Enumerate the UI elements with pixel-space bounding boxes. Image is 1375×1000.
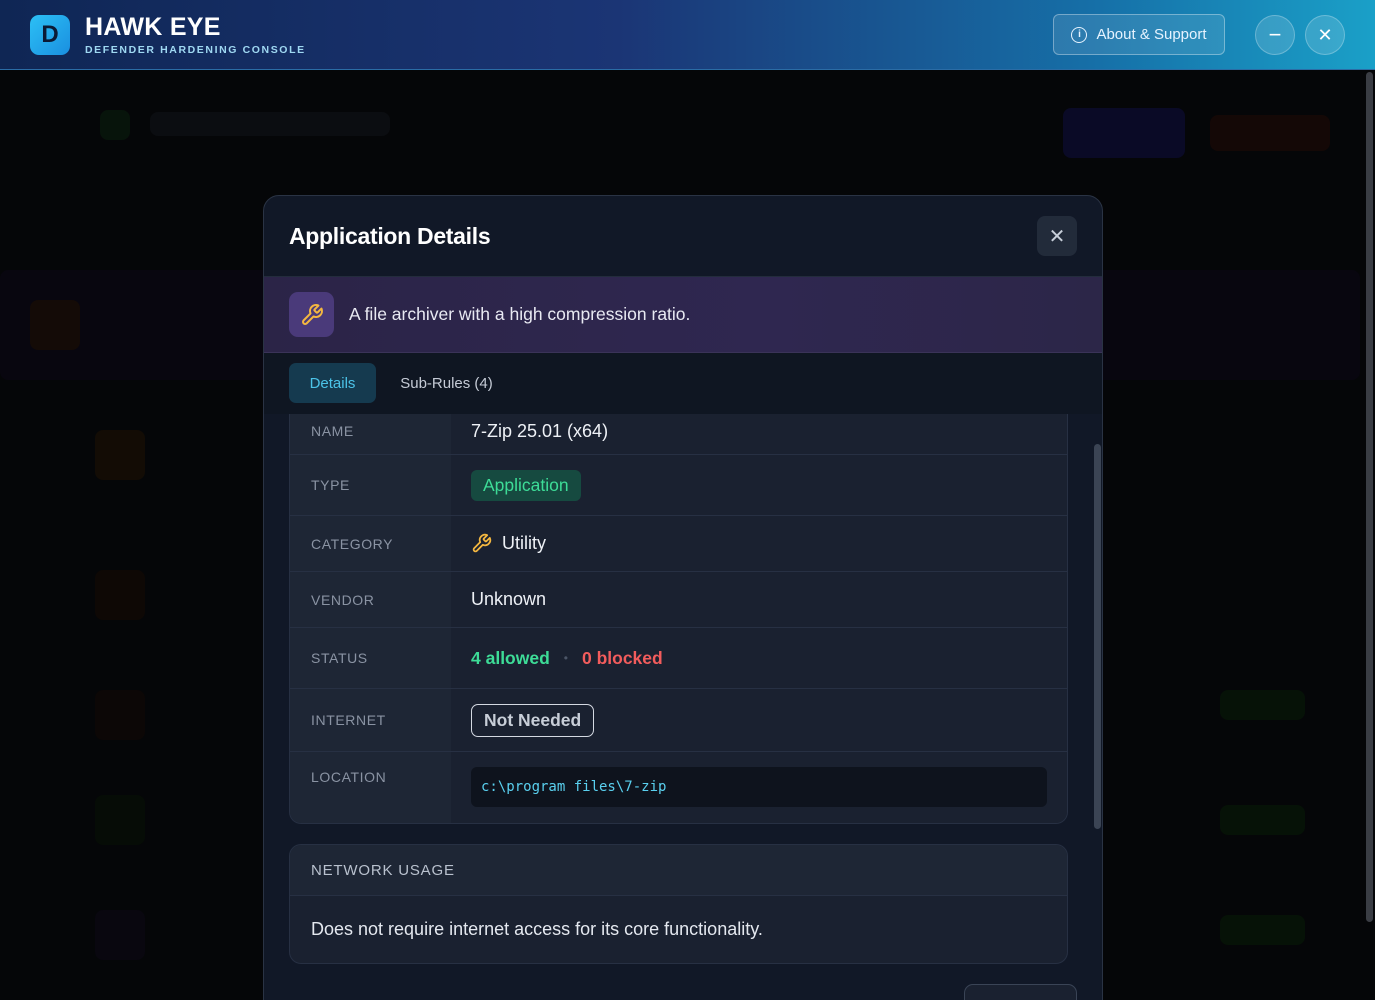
app-subtitle: DEFENDER HARDENING CONSOLE [85,44,306,56]
category-label: CATEGORY [290,516,451,571]
bg-blur [1063,108,1185,158]
bg-blur [100,110,130,140]
category-text: Utility [502,533,546,553]
app-window: D HAWK EYE DEFENDER HARDENING CONSOLE i … [0,0,1375,1000]
wrench-icon [471,533,492,554]
bg-blur [95,430,145,480]
app-logo: D [30,15,70,55]
footer-button[interactable] [964,984,1077,1000]
bg-blur [150,112,390,136]
bg-blur [95,570,145,620]
internet-badge: Not Needed [471,703,595,737]
status-value: 4 allowed • 0 blocked [451,628,1067,688]
location-path[interactable]: c:\program files\7-zip [471,767,1047,807]
bg-blur [1220,805,1305,835]
about-support-button[interactable]: i About & Support [1053,14,1225,55]
modal-scrollbar[interactable] [1094,444,1101,829]
type-badge: Application [471,469,581,501]
status-label: STATUS [290,628,451,688]
bg-blur [1220,915,1305,945]
location-value: c:\program files\7-zip [451,752,1067,823]
application-details-modal: Application Details ✕ A file archiver wi… [263,195,1103,1000]
network-usage-card: NETWORK USAGE Does not require internet … [289,844,1068,964]
detail-row-status: STATUS 4 allowed • 0 blocked [290,628,1067,689]
minimize-button[interactable]: − [1255,15,1295,55]
vendor-value: Unknown [451,572,1067,627]
status-separator: • [563,651,568,665]
internet-value: Not Needed [451,689,1067,751]
tab-details[interactable]: Details [289,363,376,403]
location-label: LOCATION [290,752,451,823]
vendor-label: VENDOR [290,572,451,627]
bg-blur [95,795,145,845]
network-usage-header: NETWORK USAGE [290,845,1067,896]
bg-blur [1210,115,1330,151]
app-description: A file archiver with a high compression … [349,304,691,324]
name-label: NAME [290,414,451,454]
allowed-count: 4 allowed [471,647,550,668]
bg-blur [30,300,80,350]
modal-tabs: Details Sub-Rules (4) [264,353,1102,414]
modal-title: Application Details [289,223,491,249]
about-support-label: About & Support [1096,26,1207,43]
close-window-button[interactable]: ✕ [1305,15,1345,55]
modal-header: Application Details ✕ [264,196,1102,277]
minimize-icon: − [1268,22,1282,47]
bg-blur [1220,690,1305,720]
blocked-count: 0 blocked [581,647,663,668]
logo-letter: D [41,21,59,48]
description-banner: A file archiver with a high compression … [264,277,1102,353]
page-scrollbar[interactable] [1366,72,1373,922]
detail-row-category: CATEGORY Utility [290,516,1067,572]
network-usage-text: Does not require internet access for its… [311,919,763,939]
detail-row-internet: INTERNET Not Needed [290,689,1067,752]
wrench-icon [289,292,334,337]
title-bar: D HAWK EYE DEFENDER HARDENING CONSOLE i … [0,0,1375,70]
bg-blur [95,910,145,960]
app-title: HAWK EYE [85,13,221,41]
type-label: TYPE [290,455,451,515]
category-value: Utility [451,516,1067,571]
close-icon: ✕ [1317,24,1333,45]
type-value: Application [451,455,1067,515]
details-table: NAME 7-Zip 25.01 (x64) TYPE Application … [289,414,1068,824]
bg-blur [95,690,145,740]
detail-row-name: NAME 7-Zip 25.01 (x64) [290,414,1067,455]
tab-sub-rules[interactable]: Sub-Rules (4) [389,363,504,403]
close-icon: ✕ [1048,225,1066,248]
name-value: 7-Zip 25.01 (x64) [451,414,1067,454]
detail-row-vendor: VENDOR Unknown [290,572,1067,628]
info-icon: i [1071,26,1088,43]
detail-row-location: LOCATION c:\program files\7-zip [290,752,1067,823]
internet-label: INTERNET [290,689,451,751]
modal-close-button[interactable]: ✕ [1037,216,1077,256]
detail-row-type: TYPE Application [290,455,1067,516]
